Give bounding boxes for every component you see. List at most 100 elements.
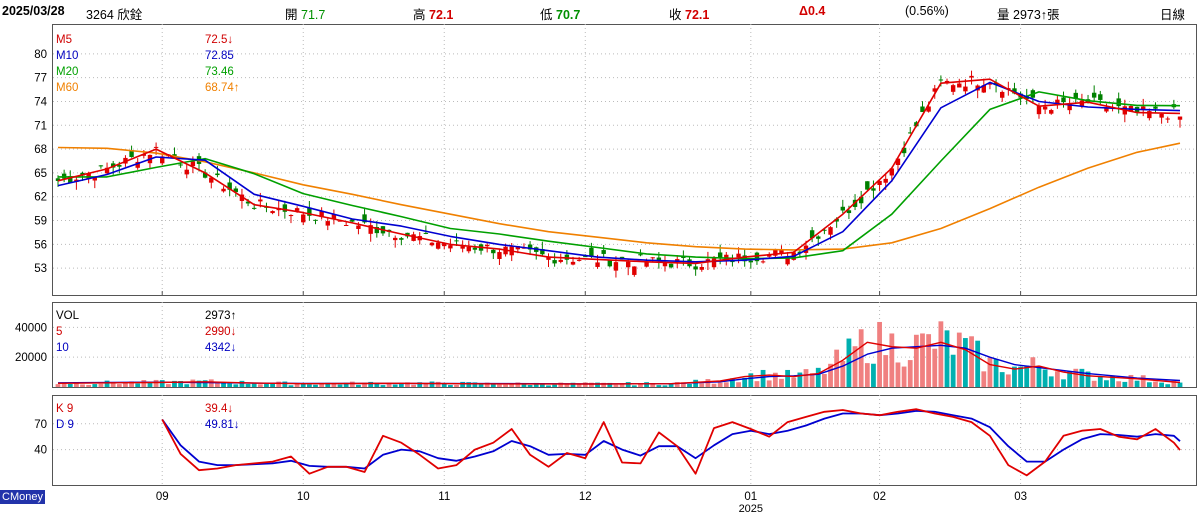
legend-m20-name: M20 bbox=[56, 66, 78, 78]
legend-d-value: 49.81↓ bbox=[205, 419, 240, 431]
x-tick-label: 09 bbox=[156, 491, 169, 503]
stock-chart: 53 56 59 62 65 68 71 74 77 80 20000 40000 40 70 09 10 11… bbox=[15, 24, 1197, 514]
candle-down bbox=[491, 249, 496, 254]
volume-bar-down bbox=[1165, 384, 1171, 387]
price-legend: M5 72.5↓ M10 72.85 M20 73.46 M60 68.74↑ bbox=[56, 34, 240, 94]
volume-bar-down bbox=[1061, 379, 1066, 387]
volume-bar-up bbox=[116, 384, 122, 387]
x-tick-label: 01 bbox=[744, 491, 757, 503]
volume-bar-up bbox=[613, 384, 619, 387]
x-tick-label: 02 bbox=[873, 491, 886, 503]
volume-bar-down bbox=[1036, 365, 1042, 387]
candle-down bbox=[178, 164, 183, 166]
volume-bar-down bbox=[67, 384, 73, 387]
legend-vol-value: 2973↑ bbox=[205, 310, 236, 322]
candle-down bbox=[638, 254, 643, 256]
candle-down bbox=[454, 240, 459, 242]
volume-bar-down bbox=[460, 381, 466, 387]
candle-up bbox=[184, 169, 189, 175]
candle-up bbox=[595, 262, 600, 267]
x-tick-label: 10 bbox=[297, 491, 310, 503]
legend-m5-name: M5 bbox=[56, 34, 72, 46]
volume-bar-down bbox=[1018, 366, 1023, 387]
volume-bar-up bbox=[582, 382, 588, 387]
volume-bar-down bbox=[104, 380, 110, 387]
candle-up bbox=[736, 253, 741, 258]
legend-vol10-name: 10 bbox=[56, 342, 69, 354]
volume-bar-down bbox=[993, 359, 999, 387]
legend-vol-name: VOL bbox=[56, 310, 80, 322]
volume-bar-down bbox=[631, 385, 637, 387]
price-tick-label: 53 bbox=[34, 263, 47, 275]
volume-bar-down bbox=[1159, 382, 1165, 387]
price-tick-label: 59 bbox=[34, 216, 47, 228]
volume-bar-down bbox=[392, 384, 398, 387]
candle-up bbox=[969, 75, 974, 78]
volume-bar-down bbox=[380, 385, 386, 387]
candle-down bbox=[552, 260, 557, 264]
volume-bar-up bbox=[926, 334, 932, 387]
volume-bar-up bbox=[723, 382, 729, 387]
volume-bar-down bbox=[135, 383, 141, 387]
volume-tick-label: 40000 bbox=[15, 322, 47, 334]
price-tick-label: 74 bbox=[34, 96, 47, 108]
candle-down bbox=[871, 188, 876, 191]
candle-up bbox=[484, 244, 490, 247]
x-year-label: 2025 bbox=[739, 503, 763, 514]
candle-up bbox=[883, 178, 888, 183]
candle-down bbox=[1116, 98, 1121, 107]
volume-bar-down bbox=[539, 384, 545, 387]
volume-bar-up bbox=[901, 366, 907, 387]
volume-bar-down bbox=[1146, 382, 1152, 387]
volume-bar-up bbox=[190, 379, 196, 387]
volume-bar-up bbox=[907, 360, 913, 387]
candle-up bbox=[301, 214, 306, 223]
candle-up bbox=[1036, 105, 1042, 115]
volume-bar-up bbox=[981, 371, 987, 387]
volume-bar-up bbox=[1153, 381, 1158, 387]
candle-down bbox=[1073, 92, 1078, 99]
candle-up bbox=[153, 146, 159, 148]
candle-down bbox=[399, 238, 404, 240]
candle-up bbox=[497, 252, 502, 259]
candle-up bbox=[760, 261, 766, 263]
candle-up bbox=[1049, 110, 1054, 114]
volume-bar-down bbox=[368, 381, 374, 387]
candle-down bbox=[938, 79, 944, 81]
price-tick-label: 77 bbox=[34, 73, 47, 85]
volume-bar-up bbox=[454, 384, 459, 387]
volume-bar-down bbox=[1048, 376, 1054, 387]
kd-tick-label: 40 bbox=[34, 445, 47, 457]
candle-up bbox=[613, 262, 619, 271]
candle-up bbox=[429, 242, 435, 246]
volume-bar-down bbox=[282, 381, 288, 387]
candle-down bbox=[748, 260, 754, 263]
volume-bar-up bbox=[1140, 375, 1146, 387]
price-marks bbox=[55, 70, 1183, 278]
volume-bar-up bbox=[1116, 381, 1122, 387]
volume-bar-down bbox=[687, 383, 692, 387]
candle-down bbox=[98, 165, 104, 167]
candle-up bbox=[1042, 106, 1048, 110]
candle-up bbox=[699, 267, 704, 270]
legend-m10-name: M10 bbox=[56, 50, 78, 62]
kd-marks bbox=[161, 408, 1181, 477]
candle-up bbox=[711, 258, 717, 268]
volume-bar-down bbox=[552, 384, 558, 387]
candle-up bbox=[460, 246, 465, 249]
candle-up bbox=[448, 245, 453, 249]
volume-bar-up bbox=[717, 382, 723, 387]
volume-bar-down bbox=[1134, 380, 1140, 387]
volume-bar-down bbox=[184, 384, 190, 387]
legend-vol5-value: 2990↓ bbox=[205, 326, 236, 338]
candle-up bbox=[576, 259, 582, 261]
volume-bar-up bbox=[411, 384, 417, 387]
candle-down bbox=[313, 219, 318, 221]
volume-bar-up bbox=[1091, 380, 1097, 387]
volume-bar-up bbox=[791, 377, 797, 387]
ma60-line bbox=[57, 142, 1181, 251]
d-line bbox=[161, 410, 1181, 470]
legend-m20-value: 73.46 bbox=[205, 66, 234, 78]
volume-bar-down bbox=[356, 384, 361, 387]
volume-bar-up bbox=[877, 321, 882, 387]
